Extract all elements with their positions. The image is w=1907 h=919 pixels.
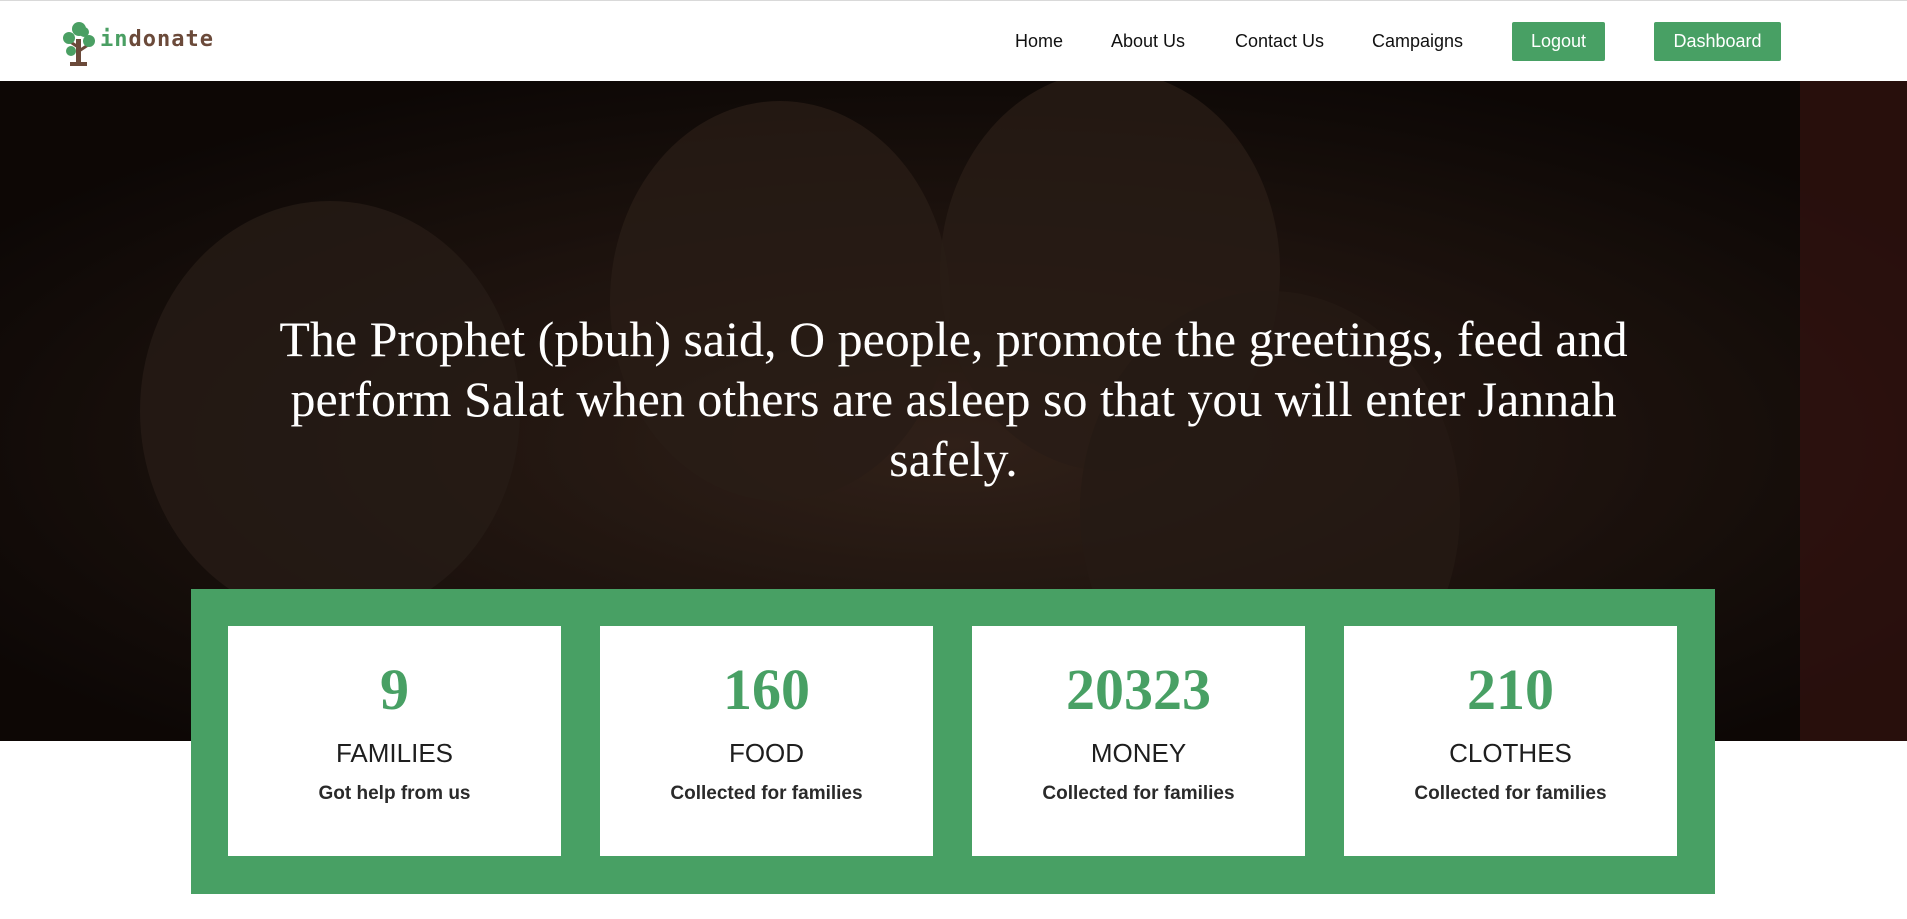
stat-card-families: 9 FAMILIES Got help from us <box>228 626 561 856</box>
brand-logo[interactable]: indonate <box>62 21 214 67</box>
stat-subtitle: Got help from us <box>318 783 471 804</box>
stat-value: 20323 <box>1066 657 1211 722</box>
stat-value: 160 <box>723 657 810 722</box>
brand-name-part2: donate <box>128 26 214 52</box>
stat-title: MONEY <box>1090 738 1187 768</box>
stat-value: 210 <box>1467 657 1554 722</box>
stat-subtitle: Collected for families <box>1414 783 1607 804</box>
stat-title: FOOD <box>728 738 805 768</box>
stat-subtitle: Collected for families <box>670 783 863 804</box>
nav-link-home[interactable]: Home <box>1015 31 1063 52</box>
nav-link-contact-us[interactable]: Contact Us <box>1235 31 1324 52</box>
hero-quote: The Prophet (pbuh) said, O people, promo… <box>279 311 1628 487</box>
stat-value: 9 <box>380 657 409 722</box>
tree-logo-icon <box>63 22 95 66</box>
stat-card-clothes: 210 CLOTHES Collected for families <box>1344 626 1677 856</box>
brand-name: indonate <box>100 27 214 52</box>
dashboard-button[interactable]: Dashboard <box>1654 22 1781 61</box>
stat-title: CLOTHES <box>1449 738 1572 768</box>
nav-link-about-us[interactable]: About Us <box>1111 31 1185 52</box>
top-navbar: indonate Home About Us Contact Us Campai… <box>0 0 1907 81</box>
stat-title: FAMILIES <box>335 738 454 768</box>
logout-button[interactable]: Logout <box>1512 22 1605 61</box>
brand-name-part1: in <box>100 26 129 52</box>
stat-card-money: 20323 MONEY Collected for families <box>972 626 1305 856</box>
nav-link-campaigns[interactable]: Campaigns <box>1372 31 1463 52</box>
stats-section: 9 FAMILIES Got help from us 160 FOOD Col… <box>191 589 1715 894</box>
stat-card-food: 160 FOOD Collected for families <box>600 626 933 856</box>
stat-subtitle: Collected for families <box>1042 783 1235 804</box>
